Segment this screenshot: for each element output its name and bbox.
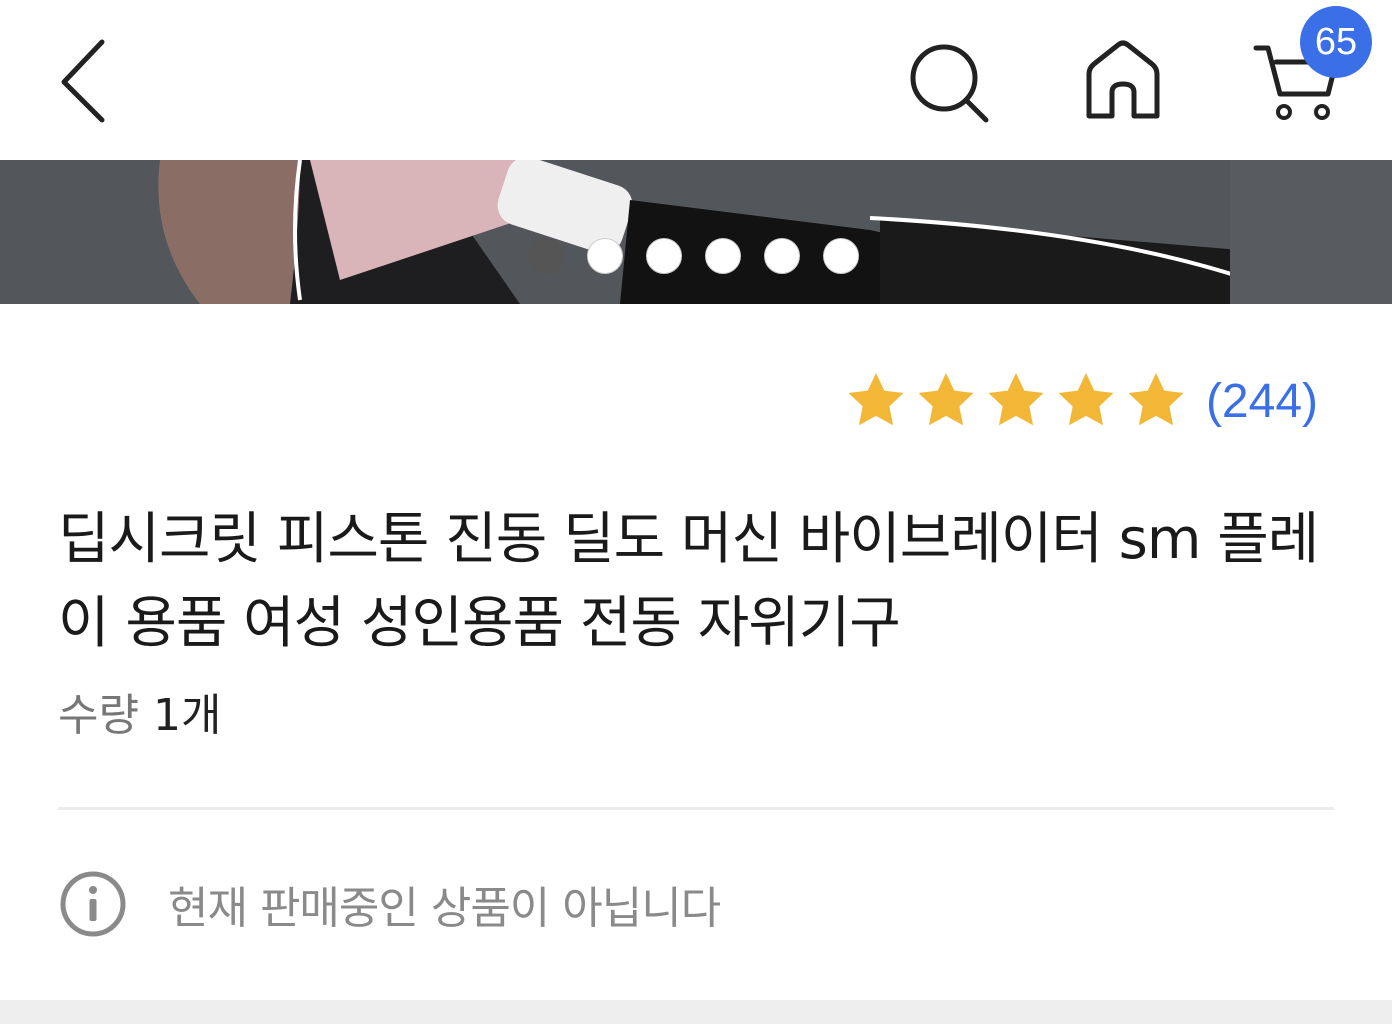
carousel-dot[interactable] bbox=[764, 238, 800, 274]
star-icon bbox=[1128, 373, 1184, 426]
back-button[interactable] bbox=[50, 36, 120, 126]
search-icon bbox=[910, 44, 989, 123]
quantity-info: 수량 1개 bbox=[58, 686, 221, 746]
carousel-dot[interactable] bbox=[823, 238, 859, 274]
quantity-value: 1개 bbox=[152, 690, 222, 741]
product-title: 딥시크릿 피스톤 진동 딜도 머신 바이브레이터 sm 플레이 용품 여성 성인… bbox=[58, 507, 1319, 656]
review-count-link[interactable]: (244) bbox=[1206, 374, 1318, 429]
section-divider bbox=[0, 1000, 1392, 1024]
home-icon bbox=[1086, 40, 1160, 119]
notice-text: 현재 판매중인 상품이 아닙니다 bbox=[168, 883, 721, 934]
top-bar: 65 bbox=[0, 0, 1392, 160]
divider bbox=[58, 807, 1334, 810]
search-button[interactable] bbox=[904, 36, 994, 126]
product-image-carousel[interactable] bbox=[0, 160, 1392, 304]
chevron-left-icon bbox=[61, 39, 105, 123]
star-icon bbox=[988, 373, 1044, 426]
star-icon bbox=[848, 373, 904, 426]
carousel-indicators bbox=[528, 238, 859, 274]
sale-status-notice: 현재 판매중인 상품이 아닙니다 bbox=[58, 866, 721, 942]
carousel-dot[interactable] bbox=[528, 238, 564, 274]
product-image bbox=[0, 160, 1392, 304]
info-icon bbox=[60, 871, 126, 937]
star-icon bbox=[918, 373, 974, 426]
carousel-dot[interactable] bbox=[646, 238, 682, 274]
star-icon bbox=[1058, 373, 1114, 426]
quantity-label: 수량 bbox=[58, 690, 139, 741]
cart-count-badge: 65 bbox=[1300, 6, 1372, 78]
home-button[interactable] bbox=[1078, 36, 1168, 126]
rating[interactable]: (244) bbox=[844, 366, 1318, 436]
carousel-dot[interactable] bbox=[587, 238, 623, 274]
carousel-dot[interactable] bbox=[705, 238, 741, 274]
